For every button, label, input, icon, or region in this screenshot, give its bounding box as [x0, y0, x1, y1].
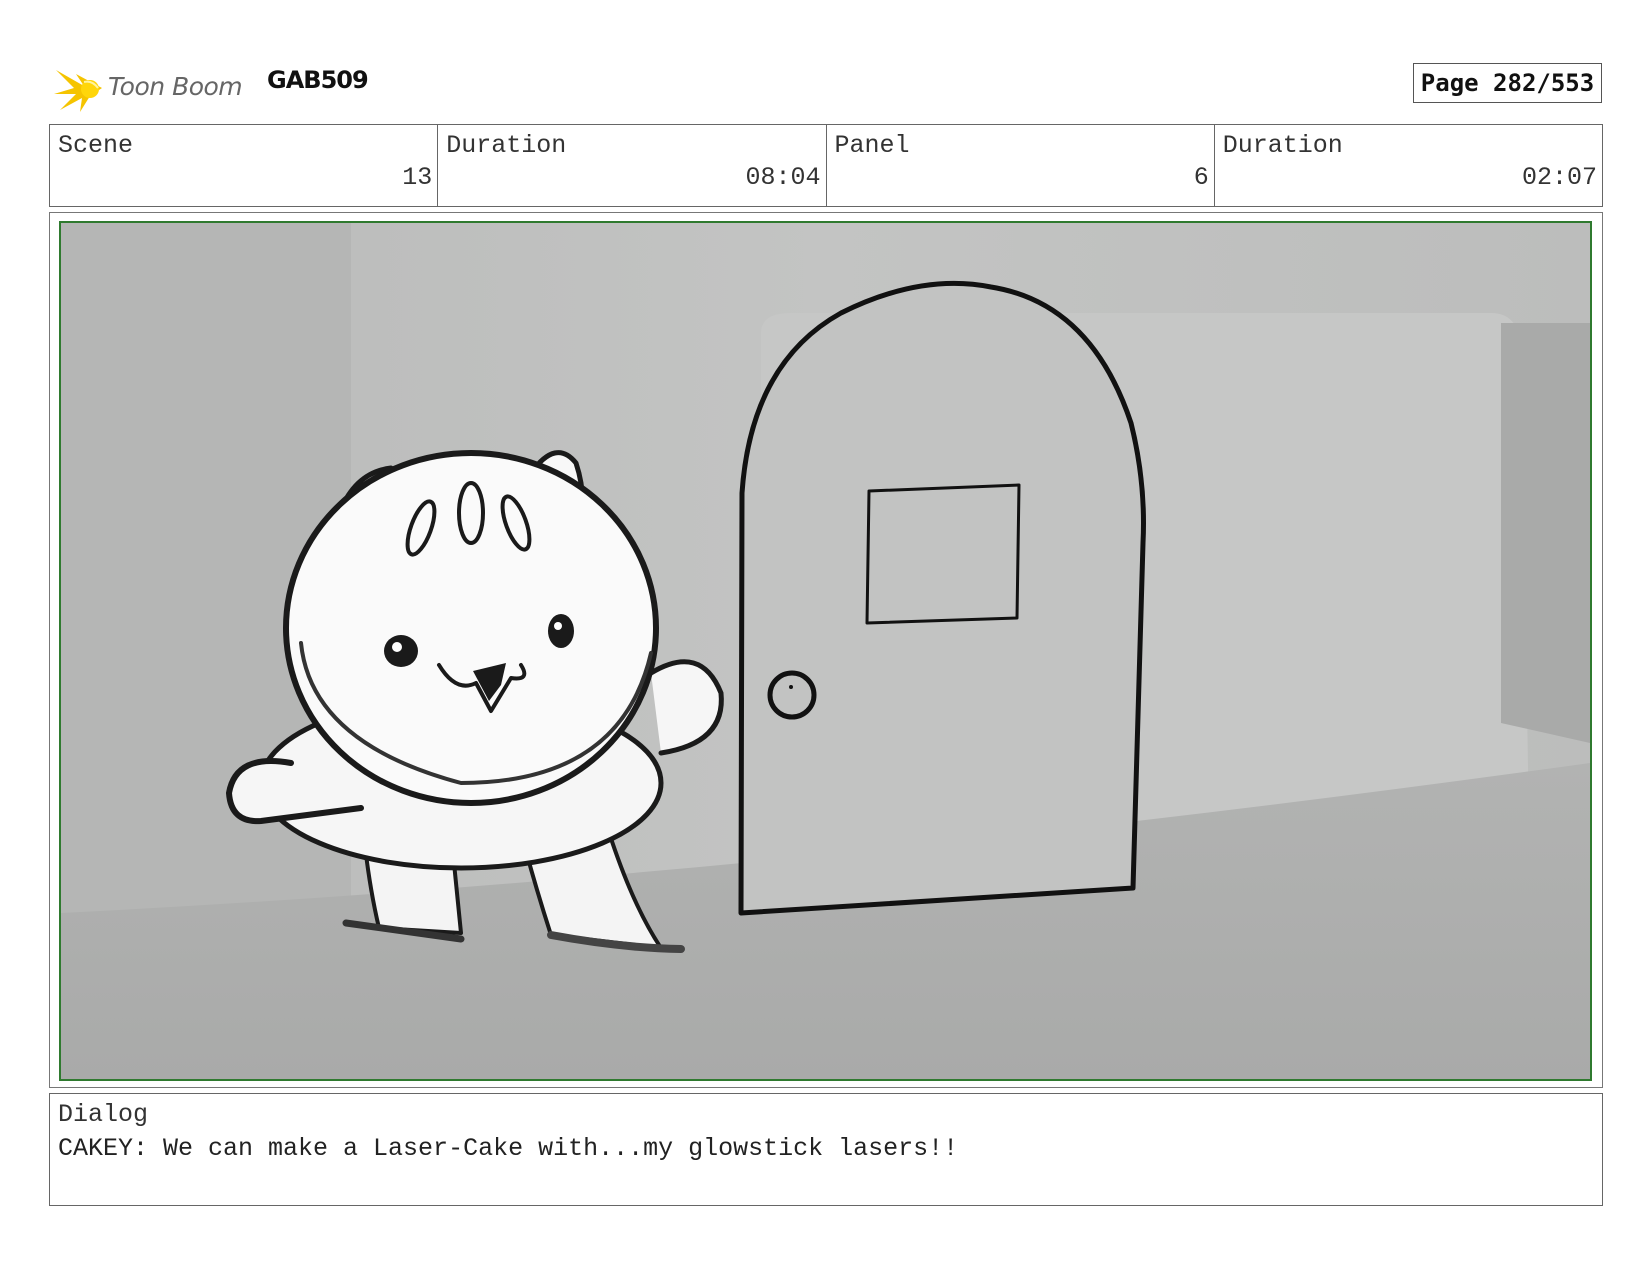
storyboard-panel-frame: [49, 212, 1603, 1088]
toon-boom-star-icon: [54, 70, 102, 112]
scene-duration-cell: Duration 08:04: [438, 125, 827, 206]
page-number: Page 282/553: [1413, 63, 1602, 103]
dialog-box: Dialog CAKEY: We can make a Laser-Cake w…: [49, 1093, 1603, 1206]
scene-duration-label: Duration: [446, 131, 567, 160]
door: [738, 280, 1146, 916]
storyboard-drawing: [59, 221, 1592, 1081]
scene-duration-value: 08:04: [745, 163, 821, 192]
scene-cell: Scene 13: [50, 125, 439, 206]
project-code: GAB509: [267, 66, 369, 94]
panel-info-table: Scene 13 Duration 08:04 Panel 6 Duration…: [49, 124, 1603, 207]
cylinder-right-shade: [1501, 323, 1590, 743]
toon-boom-logo: Toon Boom: [54, 58, 254, 114]
panel-duration-value: 02:07: [1521, 163, 1597, 192]
panel-duration-cell: Duration 02:07: [1215, 125, 1602, 206]
dialog-label: Dialog: [58, 1100, 149, 1129]
panel-label: Panel: [834, 131, 910, 160]
panel-duration-label: Duration: [1222, 131, 1343, 160]
storyboard-sketch: [61, 223, 1590, 1079]
logo-text: Toon Boom: [108, 71, 243, 101]
scene-label: Scene: [58, 131, 134, 160]
scene-value: 13: [402, 163, 433, 192]
panel-cell: Panel 6: [827, 125, 1215, 206]
dialog-text: CAKEY: We can make a Laser-Cake with...m…: [58, 1134, 959, 1163]
panel-value: 6: [1193, 163, 1209, 192]
